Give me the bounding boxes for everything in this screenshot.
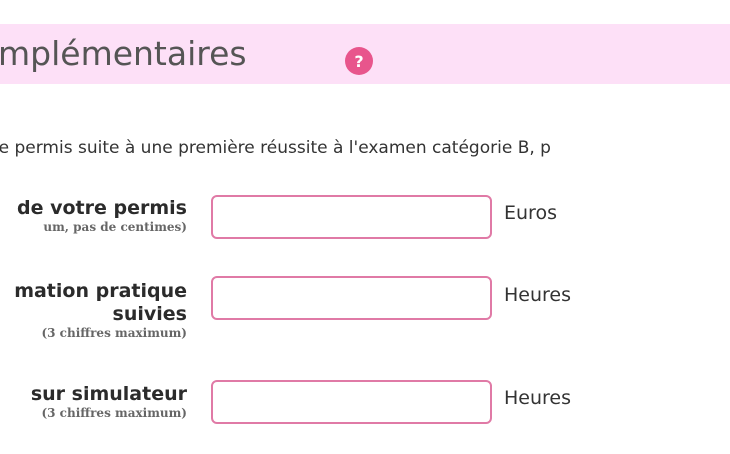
section-title: mplémentaires (0, 34, 247, 73)
practical-hours-input[interactable] (211, 276, 492, 320)
field-label-text: de votre permis (17, 197, 187, 219)
price-input[interactable] (211, 195, 492, 239)
unit-label: Heures (504, 284, 572, 306)
unit-label: Euros (504, 202, 557, 224)
field-label-text: mation pratique (14, 280, 187, 302)
field-hint: um, pas de centimes) (43, 220, 187, 234)
unit-label: Heures (504, 387, 572, 409)
help-icon[interactable]: ? (345, 47, 373, 75)
field-hint: (3 chiffres maximum) (41, 406, 187, 420)
field-label-simulator: sur simulateur (3 chiffres maximum) (31, 383, 187, 421)
field-label-price: de votre permis um, pas de centimes) (17, 197, 187, 235)
field-label-practical-training: mation pratique suivies (3 chiffres maxi… (14, 280, 187, 341)
field-label-text: sur simulateur (30, 383, 187, 405)
simulator-hours-input[interactable] (211, 380, 492, 424)
form-page: mplémentaires ? re permis suite à une pr… (0, 0, 730, 454)
field-label-text: suivies (112, 303, 187, 325)
field-hint: (3 chiffres maximum) (41, 326, 187, 340)
intro-text: re permis suite à une première réussite … (0, 138, 551, 158)
